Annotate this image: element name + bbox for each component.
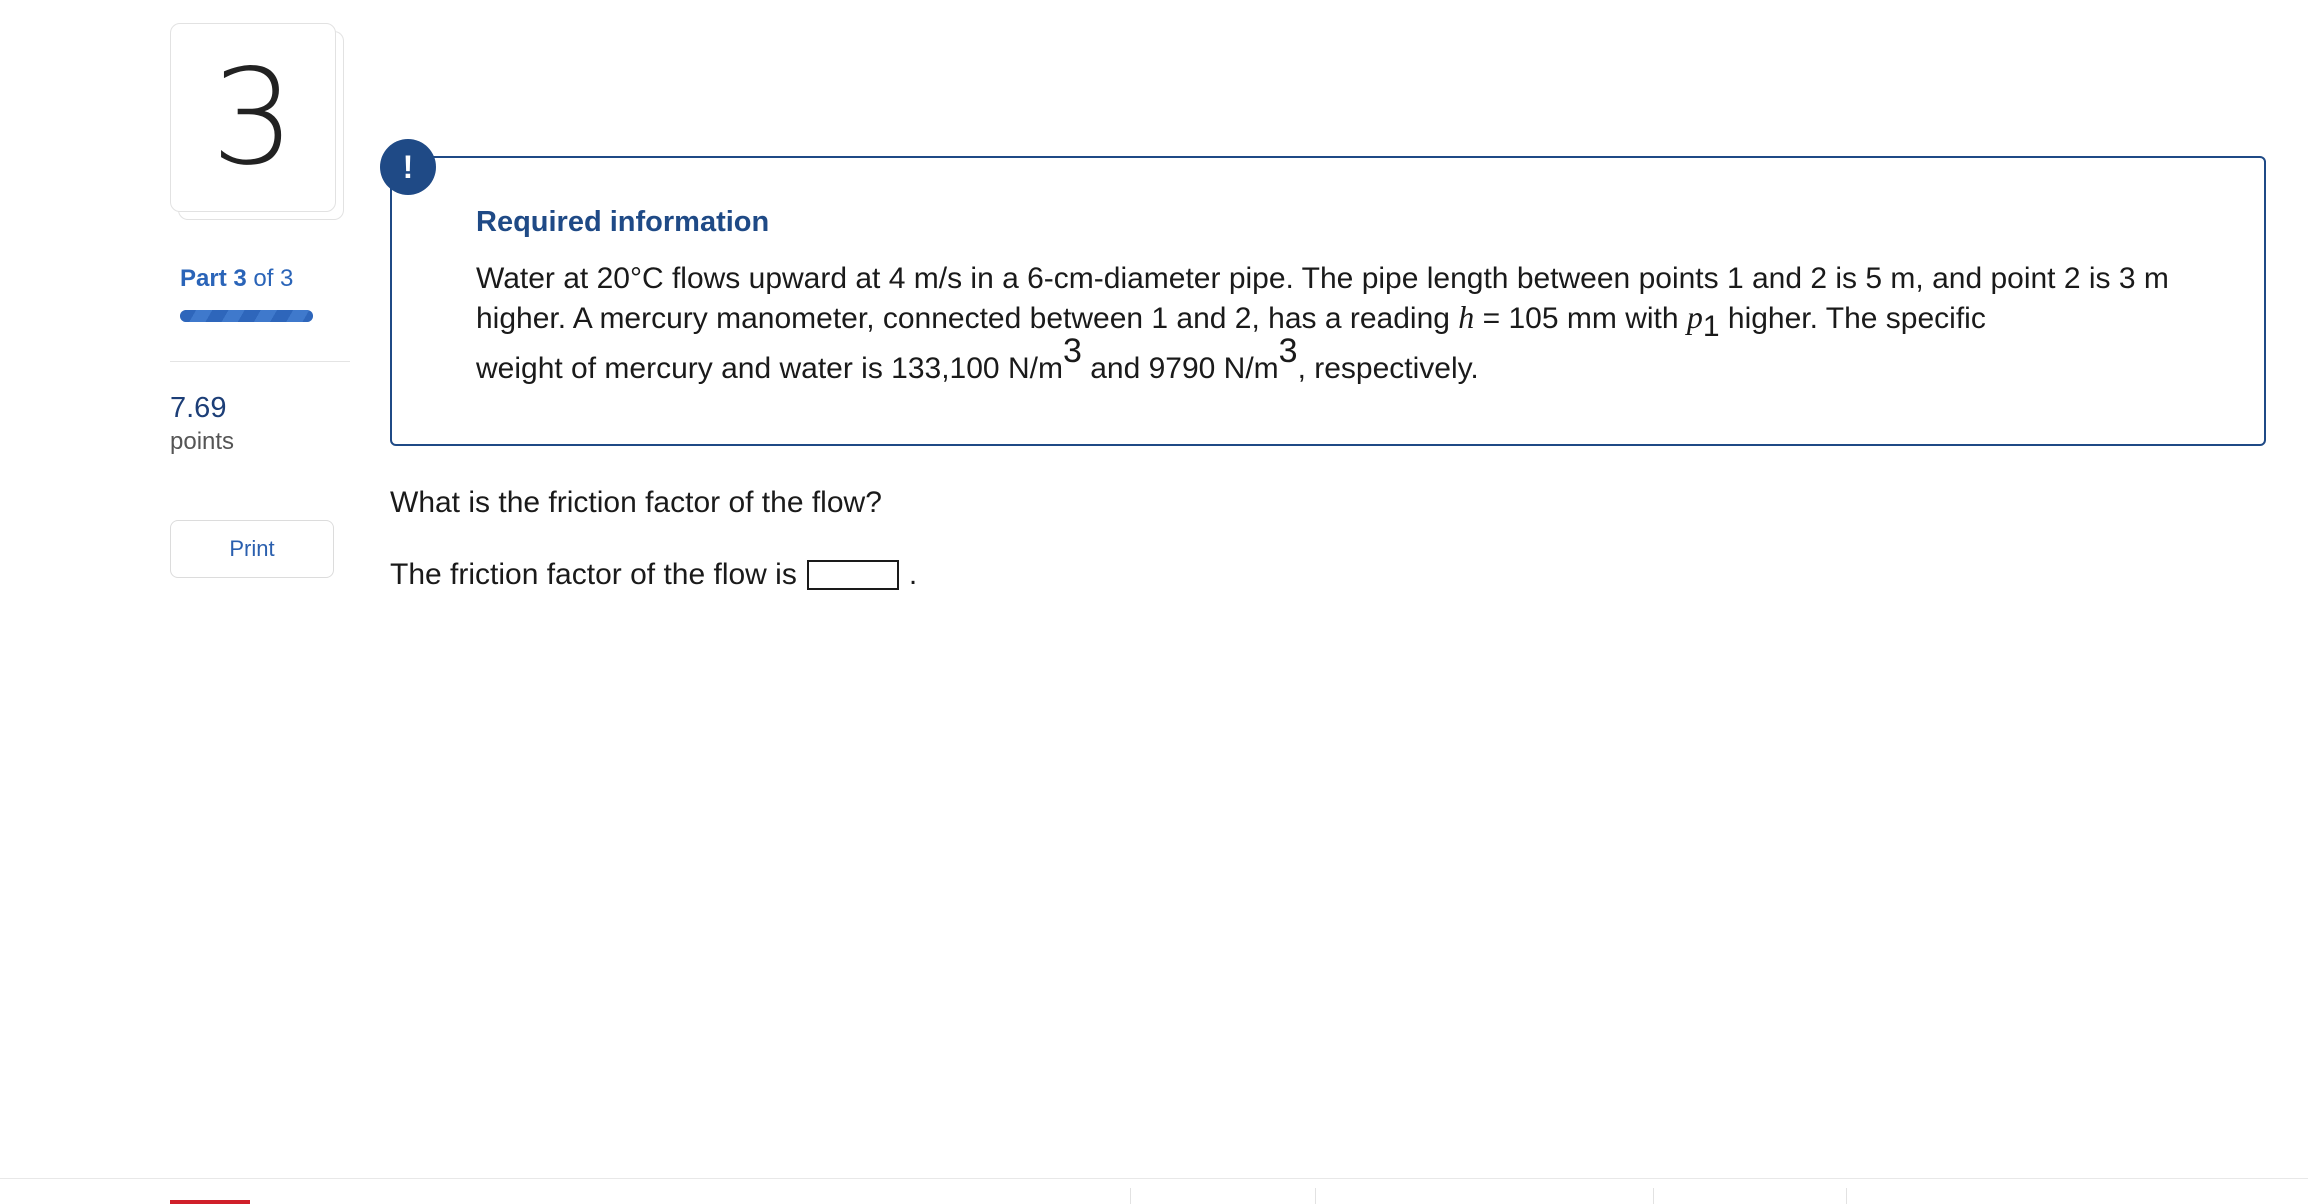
bottom-tick [1315, 1188, 1316, 1204]
bottom-tick [1653, 1188, 1654, 1204]
bottom-accent-bar [170, 1200, 250, 1204]
print-button[interactable]: Print [170, 520, 334, 578]
question-number-card: 3 [170, 23, 336, 212]
bottom-tick [1130, 1188, 1131, 1204]
bottom-divider [0, 1178, 2308, 1179]
info-text-segment: and 9790 N/m [1081, 352, 1279, 385]
alert-icon: ! [380, 139, 436, 195]
info-text-segment: , respectively. [1297, 352, 1479, 385]
answer-line: The friction factor of the flow is . [390, 558, 917, 592]
answer-prefix: The friction factor of the flow is [390, 558, 797, 591]
info-text-segment: higher. The specific [1719, 302, 1986, 335]
sidebar-divider [170, 361, 350, 362]
friction-factor-input[interactable] [806, 560, 899, 590]
superscript: 3 [1062, 332, 1082, 370]
points-label: points [170, 428, 235, 455]
answer-suffix: . [908, 558, 918, 591]
required-info-title: Required information [476, 206, 770, 238]
bottom-tick [1846, 1188, 1847, 1204]
required-info-text: Water at 20°C flows upward at 4 m/s in a… [476, 260, 2196, 388]
part-current: Part 3 [180, 265, 247, 292]
question-text: What is the friction factor of the flow? [390, 486, 882, 519]
p-variable: p [1686, 299, 1703, 335]
question-page: 3 Part 3 of 3 7.69 points Print ! Requir… [0, 0, 2308, 1204]
h-variable: h [1458, 299, 1475, 335]
part-total: of 3 [253, 265, 294, 292]
superscript: 3 [1278, 332, 1298, 370]
info-text-segment: = 105 mm with [1474, 302, 1687, 335]
p-subscript: 1 [1702, 310, 1720, 343]
points-value: 7.69 [170, 392, 227, 424]
info-text-segment: weight of mercury and water is 133,100 N… [476, 352, 1063, 385]
info-text-line: weight of mercury and water is 133,100 N… [476, 334, 2196, 388]
part-indicator: Part 3 of 3 [180, 265, 293, 293]
part-progress-bar [180, 310, 313, 322]
part-progress-fill [180, 310, 313, 322]
